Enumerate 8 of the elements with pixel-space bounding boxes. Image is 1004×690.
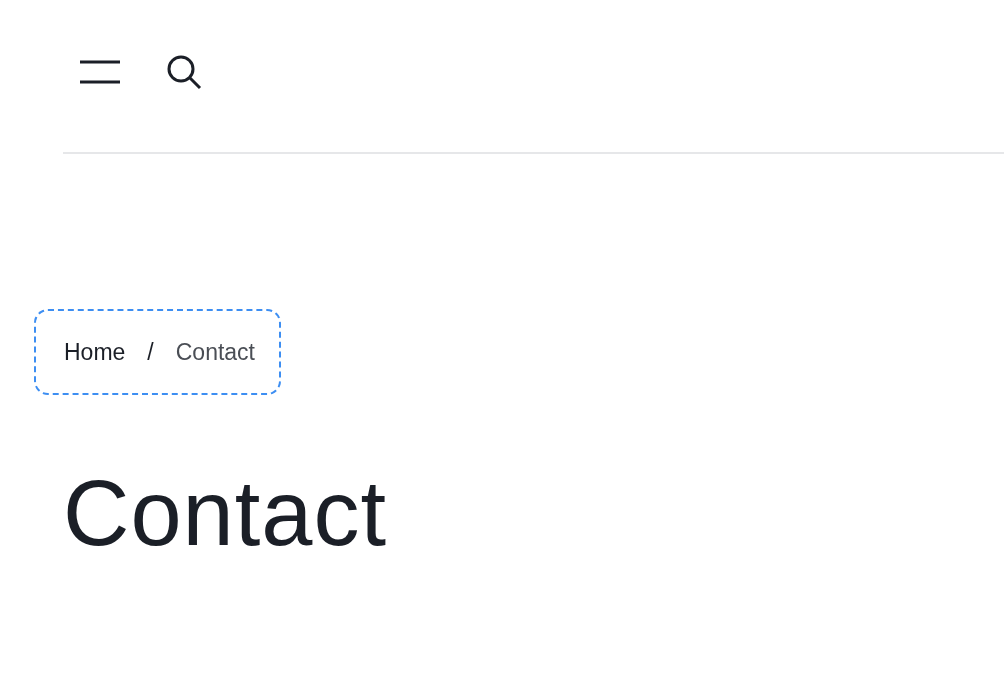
breadcrumb-current: Contact <box>175 337 255 367</box>
search-icon <box>166 54 202 90</box>
breadcrumb-separator: / <box>147 337 154 367</box>
menu-button[interactable] <box>80 60 120 84</box>
breadcrumb-link[interactable]: Home <box>64 334 126 370</box>
page-title: Contact <box>63 467 389 559</box>
search-button[interactable] <box>166 54 202 90</box>
menu-icon <box>80 60 120 84</box>
